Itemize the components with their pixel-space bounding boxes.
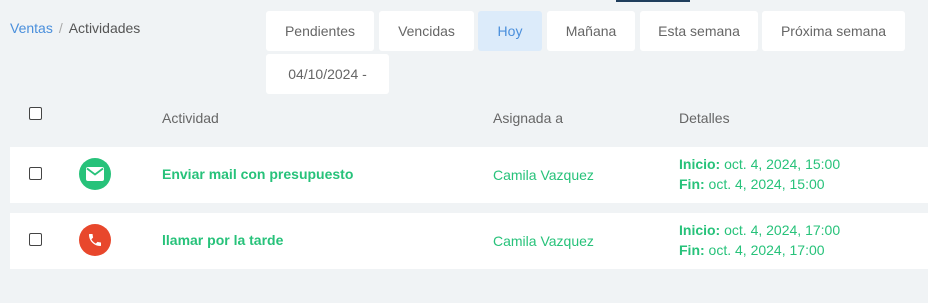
filter-hoy-button[interactable]: Hoy (478, 11, 542, 51)
row-checkbox[interactable] (29, 233, 42, 246)
column-header-asignada: Asignada a (493, 110, 564, 126)
mail-icon (79, 158, 111, 190)
filter-vencidas-button[interactable]: Vencidas (379, 11, 474, 51)
end-value: oct. 4, 2024, 15:00 (708, 176, 825, 192)
activity-assignee: Camila Vazquez (493, 233, 594, 249)
filter-pendientes-button[interactable]: Pendientes (266, 11, 374, 51)
breadcrumb-current: Actividades (68, 20, 141, 36)
filter-manana-button[interactable]: Mañana (547, 11, 635, 51)
start-value: oct. 4, 2024, 17:00 (724, 222, 841, 238)
column-header-detalles: Detalles (679, 110, 730, 126)
activity-start: Inicio: oct. 4, 2024, 17:00 (679, 220, 840, 240)
activity-start: Inicio: oct. 4, 2024, 15:00 (679, 154, 840, 174)
activity-title-link[interactable]: llamar por la tarde (162, 232, 283, 248)
date-range-picker[interactable]: 04/10/2024 - (266, 54, 389, 94)
start-label: Inicio: (679, 156, 721, 172)
breadcrumb: Ventas / Actividades (10, 20, 140, 36)
row-checkbox[interactable] (29, 167, 42, 180)
select-all-checkbox[interactable] (29, 107, 42, 120)
column-header-actividad: Actividad (162, 110, 219, 126)
activity-assignee: Camila Vazquez (493, 167, 594, 183)
filter-proxima-semana-button[interactable]: Próxima semana (762, 11, 905, 51)
breadcrumb-separator: / (58, 20, 63, 36)
activity-title-link[interactable]: Enviar mail con presupuesto (162, 166, 353, 182)
start-label: Inicio: (679, 222, 721, 238)
topbar-accent (616, 0, 690, 2)
start-value: oct. 4, 2024, 15:00 (724, 156, 841, 172)
end-label: Fin: (679, 176, 705, 192)
activity-end: Fin: oct. 4, 2024, 17:00 (679, 240, 825, 260)
activity-end: Fin: oct. 4, 2024, 15:00 (679, 174, 825, 194)
end-value: oct. 4, 2024, 17:00 (708, 242, 825, 258)
breadcrumb-ventas-link[interactable]: Ventas (10, 20, 53, 36)
phone-icon (79, 224, 111, 256)
end-label: Fin: (679, 242, 705, 258)
filter-esta-semana-button[interactable]: Esta semana (640, 11, 758, 51)
